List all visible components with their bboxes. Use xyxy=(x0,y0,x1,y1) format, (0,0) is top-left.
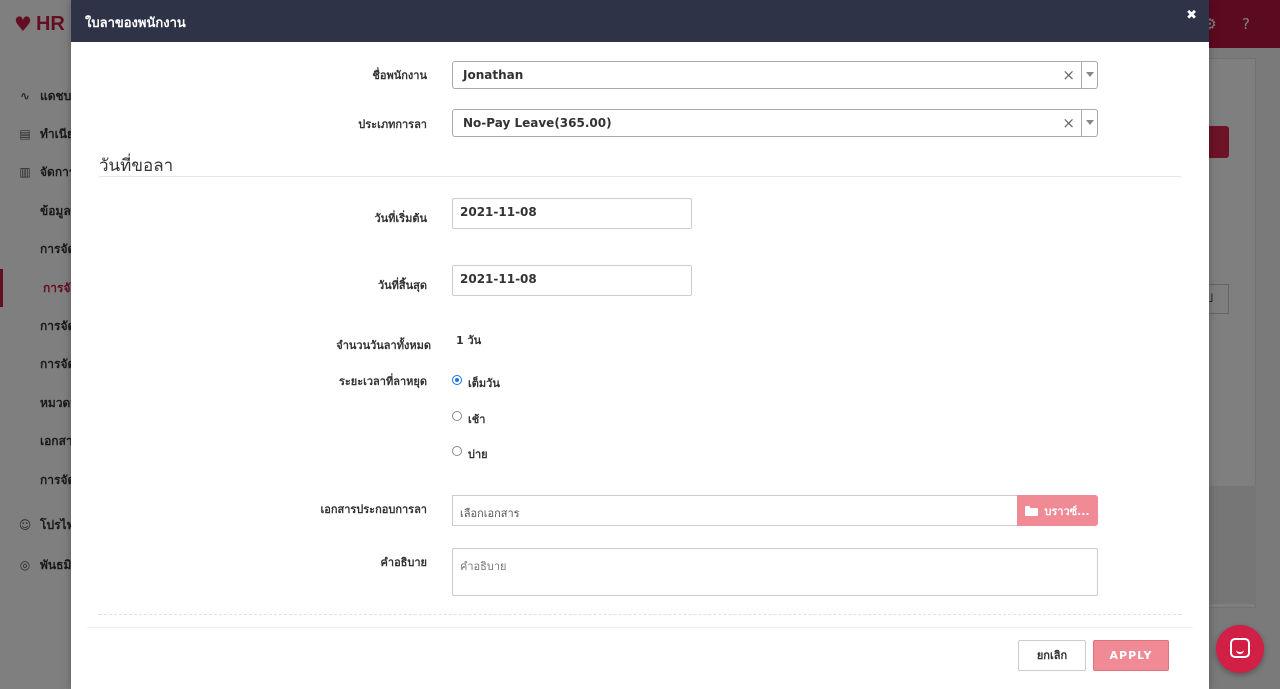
modal-header: ใบลาของพนักงาน ✖ xyxy=(71,0,1209,42)
radio-full-day-label[interactable]: เต็มวัน xyxy=(468,374,500,392)
employee-label: ชื่อพนักงาน xyxy=(372,69,427,82)
employee-value: Jonathan xyxy=(463,68,524,82)
document-file-input[interactable]: เลือกเอกสาร xyxy=(452,495,1018,526)
apply-button[interactable]: APPLY xyxy=(1093,640,1169,671)
radio-afternoon[interactable] xyxy=(452,446,462,456)
total-days-value: 1 วัน xyxy=(456,334,482,347)
browse-button[interactable]: บราวซ์... xyxy=(1017,495,1098,526)
description-label: คำอธิบาย xyxy=(380,556,427,569)
leave-type-value: No-Pay Leave(365.00) xyxy=(463,116,612,130)
chat-icon xyxy=(1230,638,1250,658)
employee-select[interactable]: Jonathan × xyxy=(452,61,1098,89)
end-date-input[interactable]: 2021-11-08 xyxy=(452,265,692,296)
chevron-down-icon[interactable] xyxy=(1081,110,1097,136)
description-textarea[interactable] xyxy=(452,548,1098,596)
chevron-down-icon[interactable] xyxy=(1081,62,1097,88)
document-label: เอกสารประกอบการลา xyxy=(320,503,427,516)
start-date-input[interactable]: 2021-11-08 xyxy=(452,198,692,229)
close-icon[interactable]: ✖ xyxy=(1186,8,1197,23)
period-label: ระยะเวลาที่ลาหยุด xyxy=(338,375,427,388)
leave-type-select[interactable]: No-Pay Leave(365.00) × xyxy=(452,109,1098,137)
radio-full-day[interactable] xyxy=(452,375,462,385)
radio-afternoon-label[interactable]: บ่าย xyxy=(468,445,488,463)
leave-request-modal: ใบลาของพนักงาน ✖ ชื่อพนักงาน Jonathan × … xyxy=(71,0,1209,689)
footer-divider xyxy=(87,627,1193,628)
chat-launcher-button[interactable] xyxy=(1216,625,1264,673)
clear-icon[interactable]: × xyxy=(1062,67,1075,83)
cancel-button[interactable]: ยกเลิก xyxy=(1018,640,1086,671)
total-days-label: จำนวนวันลาทั้งหมด xyxy=(336,339,431,352)
folder-open-icon xyxy=(1025,505,1039,516)
radio-morning-label[interactable]: เช้า xyxy=(468,410,485,428)
modal-title: ใบลาของพนักงาน xyxy=(85,16,186,31)
clear-icon[interactable]: × xyxy=(1062,115,1075,131)
section-title: วันที่ขอลา xyxy=(99,156,174,176)
form-divider xyxy=(99,614,1181,615)
browse-button-label: บราวซ์... xyxy=(1044,504,1090,518)
radio-morning[interactable] xyxy=(452,411,462,421)
section-divider xyxy=(99,176,1181,177)
leave-type-label: ประเภทการลา xyxy=(358,118,427,131)
end-date-label: วันที่สิ้นสุด xyxy=(377,279,427,292)
start-date-label: วันที่เริ่มต้น xyxy=(374,212,427,225)
